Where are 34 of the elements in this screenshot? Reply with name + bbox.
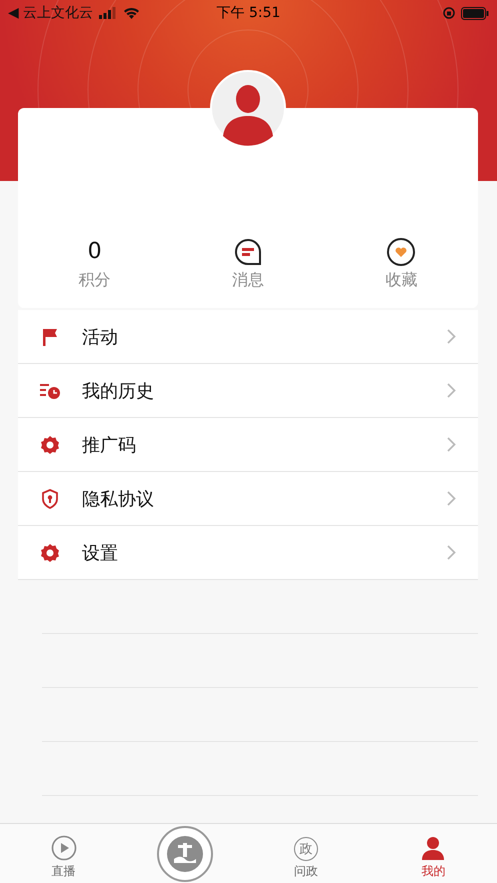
chevron-icon	[447, 383, 456, 398]
back-app-link[interactable]: ◀ 云上文化云	[8, 4, 94, 22]
wifi-icon	[123, 7, 140, 19]
politics-icon: 政	[294, 837, 318, 861]
person-icon	[421, 835, 446, 861]
chevron-icon	[447, 491, 456, 506]
status-time: 下午 5:51	[216, 4, 280, 22]
tab-item[interactable]: 我的	[370, 824, 497, 883]
signal-icon	[99, 7, 118, 19]
tab-item[interactable]: 政 问政	[242, 824, 370, 883]
menu-item[interactable]: 设置	[82, 540, 447, 564]
menu-item[interactable]: 隐私协议	[82, 486, 447, 510]
menu-item[interactable]: 我的历史	[82, 378, 447, 402]
message-icon	[234, 238, 262, 266]
shield-icon	[41, 488, 59, 508]
menu-item[interactable]: 活动	[82, 324, 447, 348]
rotation-lock-icon	[443, 7, 455, 19]
play-icon	[50, 835, 77, 861]
gear-icon	[40, 542, 60, 562]
chevron-icon	[447, 329, 456, 344]
history-icon	[39, 382, 61, 400]
battery-icon	[461, 6, 489, 20]
avatar-icon[interactable]	[210, 70, 286, 146]
chevron-icon	[447, 437, 456, 452]
stat-label[interactable]: 积分	[78, 270, 111, 291]
gear-icon	[40, 434, 60, 454]
logo-button[interactable]	[156, 824, 214, 882]
tab-item[interactable]: 直播	[0, 824, 128, 883]
stat-label[interactable]: 消息	[232, 270, 264, 291]
menu-item[interactable]: 推广码	[82, 432, 447, 456]
stat-label[interactable]: 收藏	[385, 270, 418, 291]
points-value: 0	[88, 238, 102, 266]
flag-icon	[42, 328, 58, 346]
chevron-icon	[447, 545, 456, 560]
